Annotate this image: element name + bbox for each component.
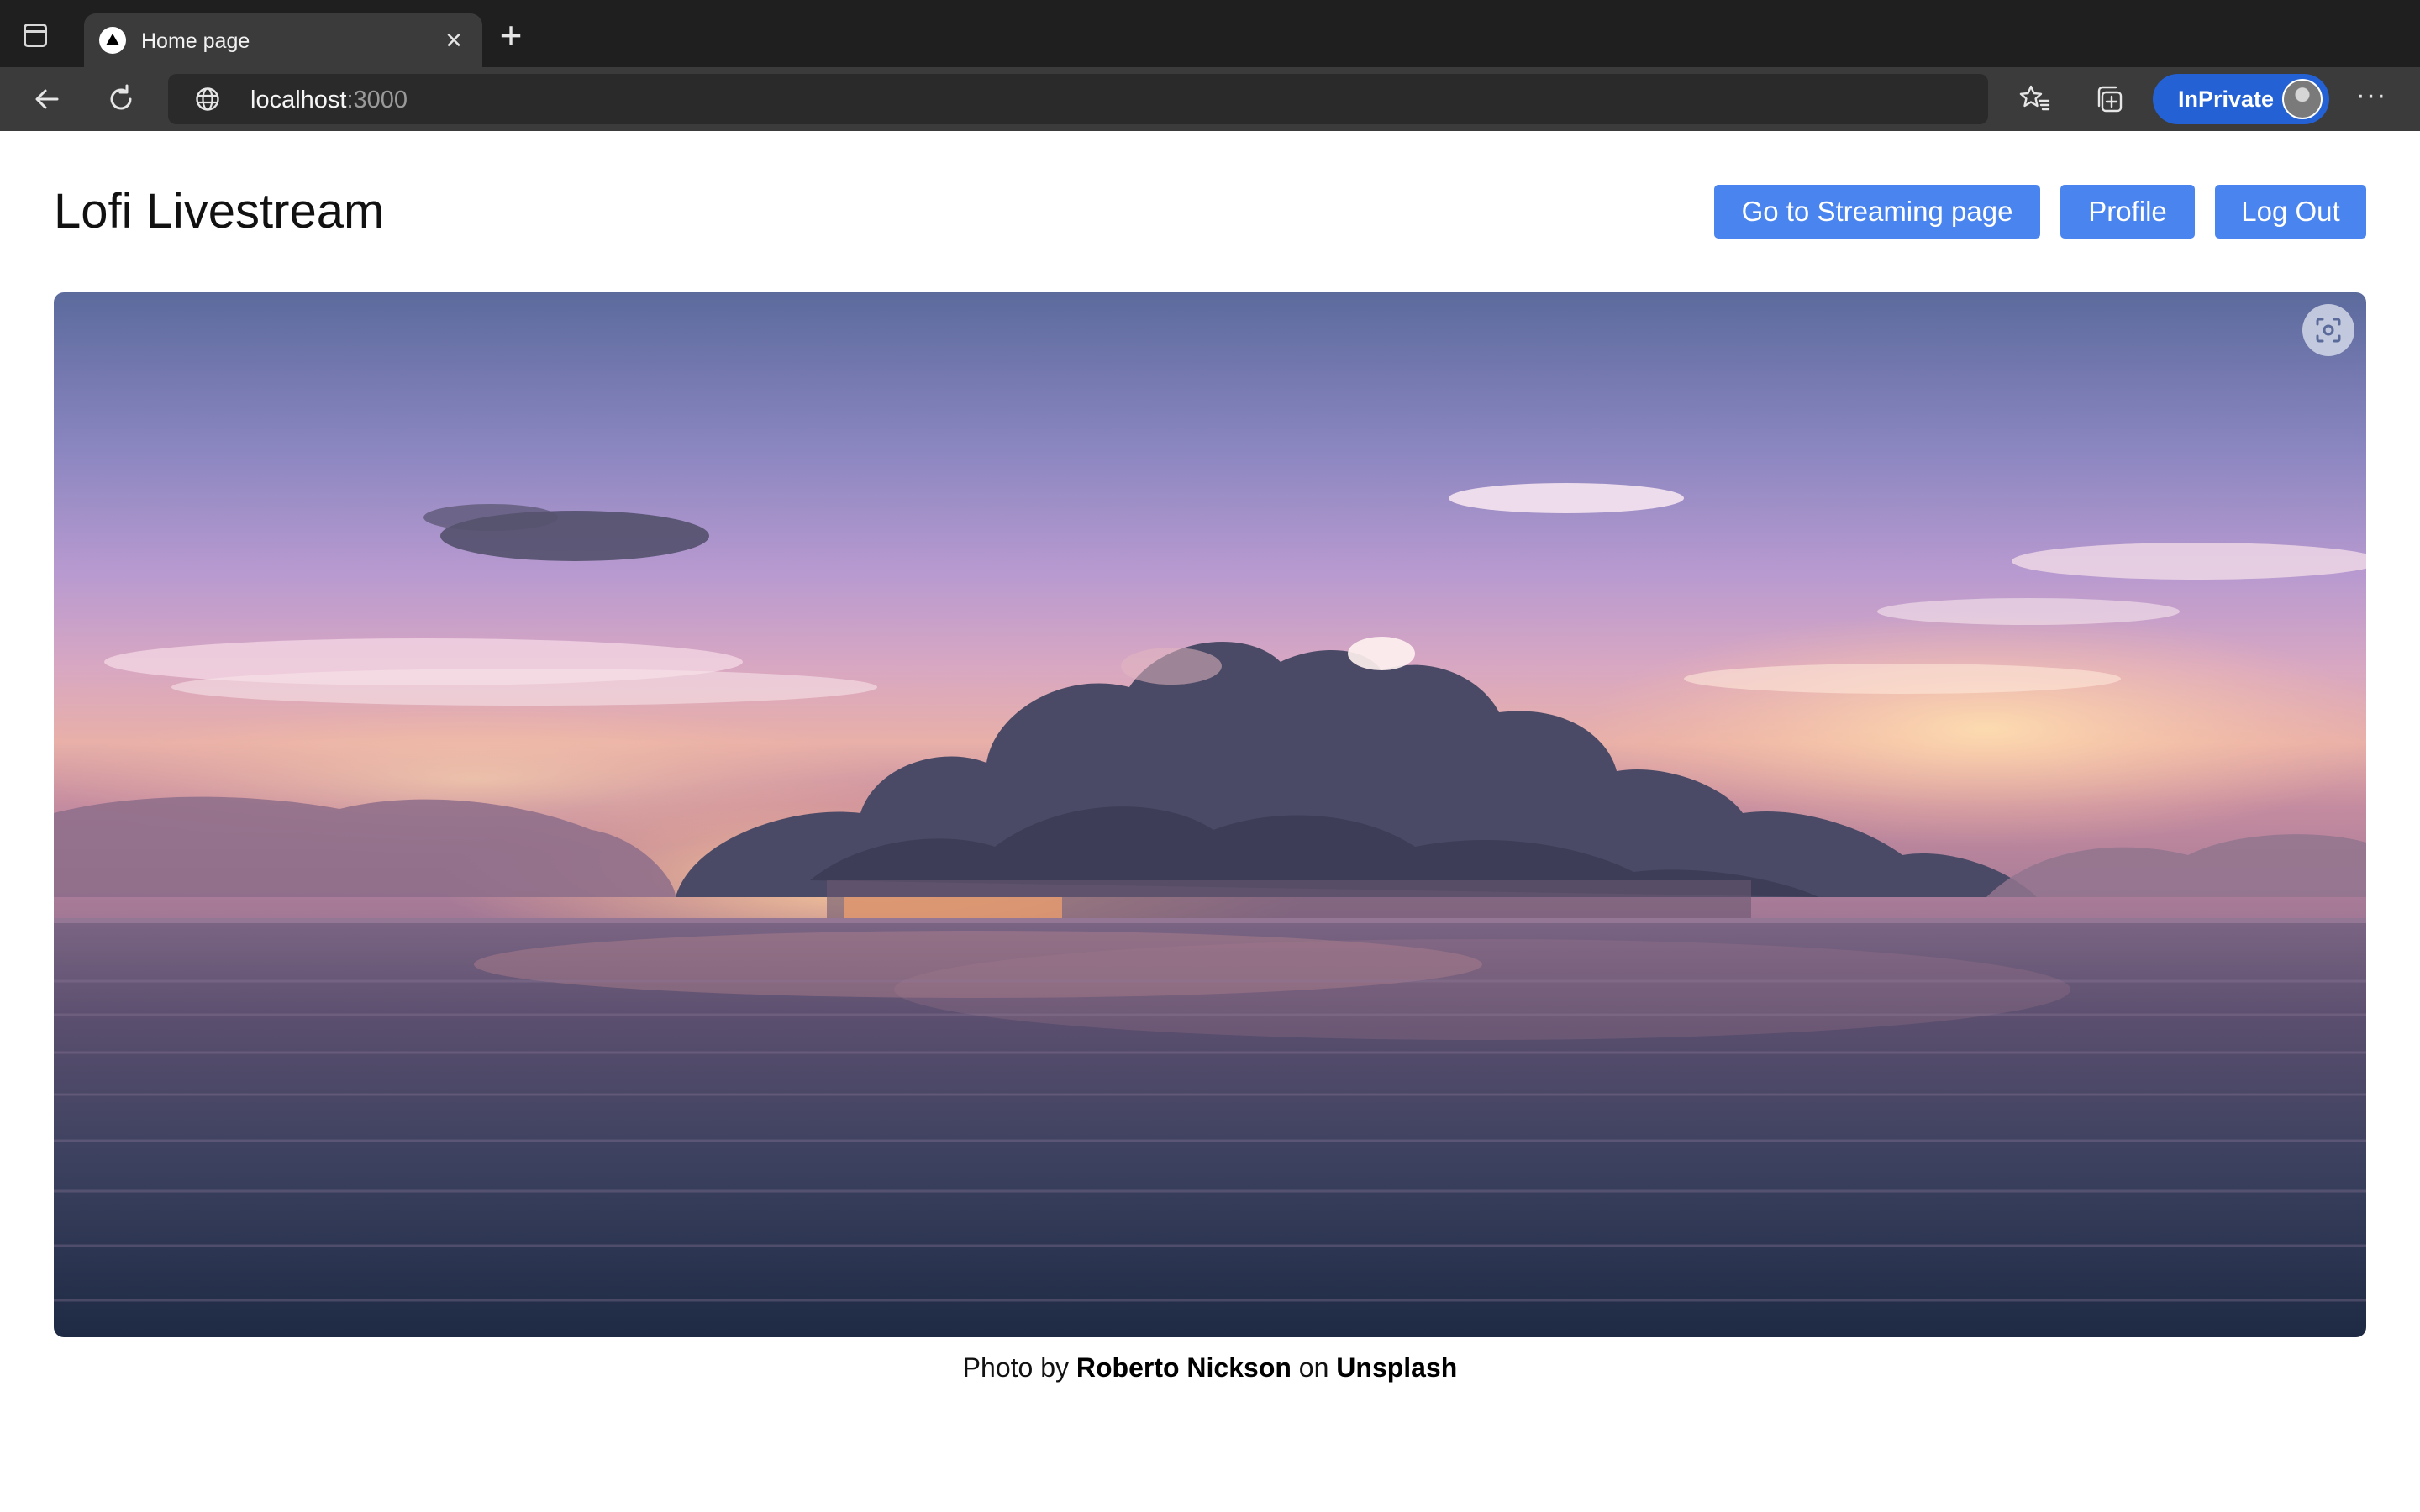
back-arrow-icon[interactable]: [30, 82, 64, 116]
hero-photo: [54, 292, 2366, 1337]
avatar: [2282, 79, 2323, 119]
browser-tab[interactable]: Home page ×: [84, 13, 482, 67]
log-out-button[interactable]: Log Out: [2215, 185, 2366, 239]
visual-search-icon[interactable]: [2302, 304, 2354, 356]
inprivate-label: InPrivate: [2178, 87, 2275, 112]
go-to-streaming-button[interactable]: Go to Streaming page: [1714, 185, 2040, 239]
more-icon[interactable]: ···: [2354, 81, 2388, 116]
collections-icon[interactable]: [2092, 82, 2126, 116]
browser-toolbar: localhost:3000 InPrivate ···: [0, 67, 2420, 131]
browser-tab-bar: Home page × +: [0, 0, 2420, 67]
url-host: localhost: [250, 87, 347, 113]
profile-button[interactable]: Profile: [2060, 185, 2195, 239]
close-icon[interactable]: ×: [439, 25, 469, 55]
favorites-icon[interactable]: [2018, 82, 2052, 116]
unsplash-link[interactable]: Unsplash: [1336, 1352, 1457, 1383]
plus-icon[interactable]: +: [494, 16, 528, 55]
tab-actions-icon[interactable]: [24, 24, 47, 47]
photo-credit: Photo by Roberto Nickson on Unsplash: [0, 1352, 2420, 1383]
inprivate-button[interactable]: InPrivate: [2153, 74, 2329, 124]
credit-prefix: Photo by: [962, 1352, 1076, 1383]
credit-middle: on: [1291, 1352, 1337, 1383]
page-title: Lofi Livestream: [54, 184, 385, 239]
address-bar[interactable]: localhost:3000: [168, 74, 1988, 124]
url-port: :3000: [346, 87, 408, 113]
triangle-logo-icon: [99, 27, 126, 54]
author-link[interactable]: Roberto Nickson: [1076, 1352, 1292, 1383]
url-text: localhost:3000: [250, 87, 408, 114]
tab-title: Home page: [141, 29, 250, 53]
refresh-icon[interactable]: [104, 82, 138, 116]
globe-icon[interactable]: [195, 87, 220, 112]
